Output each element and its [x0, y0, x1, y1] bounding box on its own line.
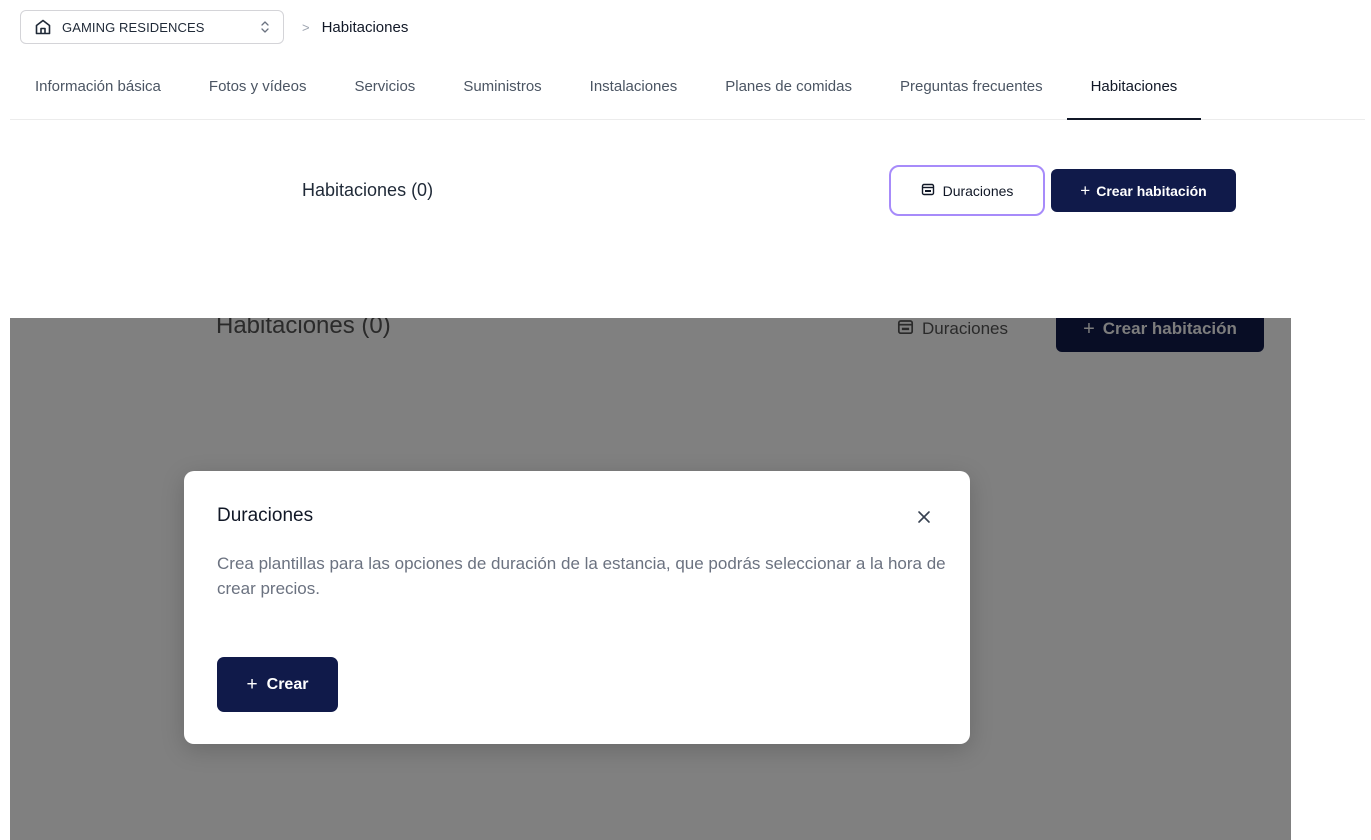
modal-title: Duraciones	[217, 505, 314, 526]
create-room-button[interactable]: + Crear habitación	[1051, 169, 1236, 212]
page-title: Habitaciones (0)	[302, 180, 434, 200]
calendar-icon	[921, 182, 935, 199]
tab-fotos-videos[interactable]: Fotos y vídeos	[185, 64, 331, 119]
property-selector[interactable]: GAMING RESIDENCES	[20, 10, 284, 44]
tab-planes-comidas[interactable]: Planes de comidas	[701, 64, 876, 119]
dimmed-durations-label: Duraciones	[922, 319, 1008, 338]
tab-informacion-basica[interactable]: Información básica	[10, 64, 185, 119]
tab-servicios[interactable]: Servicios	[330, 64, 439, 119]
home-icon	[34, 18, 52, 36]
plus-icon: +	[1080, 180, 1091, 200]
tab-bar: Información básica Fotos y vídeos Servic…	[10, 64, 1365, 120]
create-duration-button[interactable]: + Crear	[217, 657, 338, 712]
dimmed-create-room-label: Crear habitación	[1102, 319, 1237, 338]
property-name: GAMING RESIDENCES	[62, 19, 205, 35]
durations-button[interactable]: Duraciones	[889, 165, 1045, 216]
tab-habitaciones[interactable]: Habitaciones	[1066, 64, 1202, 120]
durations-button-label: Duraciones	[942, 182, 1014, 199]
durations-modal: Duraciones Crea plantillas para las opci…	[184, 471, 970, 744]
dimmed-create-room-button: + Crear habitación	[1056, 318, 1264, 352]
tab-instalaciones[interactable]: Instalaciones	[566, 64, 702, 119]
create-room-button-label: Crear habitación	[1096, 182, 1207, 199]
breadcrumb-separator: >	[302, 19, 310, 35]
breadcrumb-current: Habitaciones	[321, 18, 409, 36]
chevron-up-down-icon	[259, 20, 271, 34]
plus-icon: +	[1083, 318, 1095, 340]
breadcrumb: GAMING RESIDENCES > Habitaciones	[20, 10, 408, 44]
dimmed-durations-button: Duraciones	[897, 318, 1008, 340]
tab-suministros[interactable]: Suministros	[439, 64, 565, 119]
close-icon[interactable]	[912, 505, 936, 529]
tab-preguntas-frecuentes[interactable]: Preguntas frecuentes	[876, 64, 1067, 119]
page: GAMING RESIDENCES > Habitaciones Informa…	[0, 0, 1371, 840]
create-duration-button-label: Crear	[266, 675, 309, 693]
calendar-icon	[897, 318, 914, 340]
modal-description: Crea plantillas para las opciones de dur…	[217, 554, 946, 598]
plus-icon: +	[246, 673, 258, 695]
dimmed-page-title: Habitaciones (0)	[216, 318, 391, 339]
